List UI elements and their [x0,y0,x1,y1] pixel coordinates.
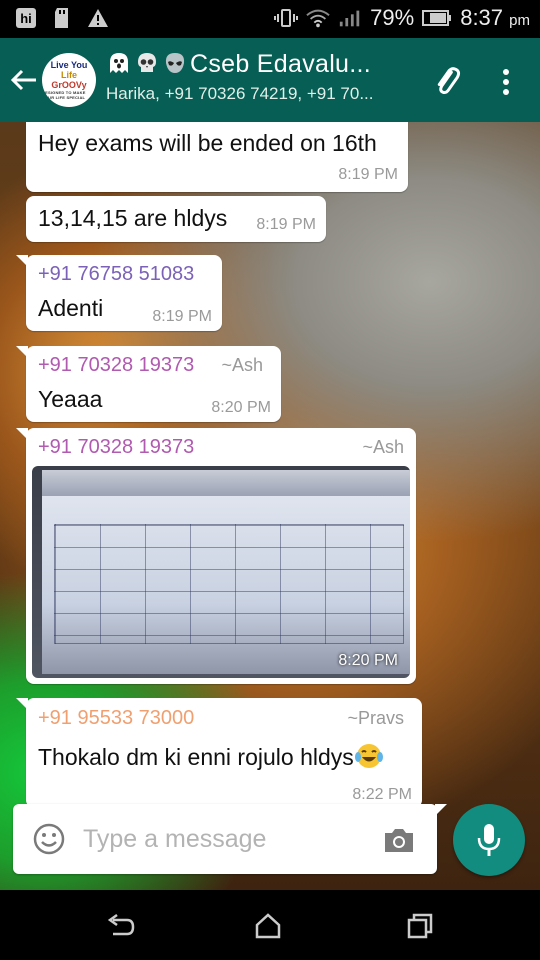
battery-icon [422,6,452,30]
more-vertical-icon [503,69,509,95]
alien-icon [165,53,185,73]
signal-icon [338,6,362,30]
chat-title: Cseb Edavalu... [106,50,418,79]
message-time: 8:19 PM [152,308,212,325]
camera-button[interactable] [383,826,415,854]
sender-nickname: ~Ash [221,355,263,375]
exam-timetable-photo[interactable]: 8:20 PM [32,466,410,678]
skull-icon [138,53,156,72]
image-time: 8:20 PM [338,652,398,669]
system-navigation-bar [0,890,540,960]
message-text: Thokalo dm ki enni rojulo hldys [38,742,384,771]
back-button[interactable] [8,60,40,100]
recents-nav-button[interactable] [400,908,440,944]
clock-time: 8:37 [460,5,504,30]
battery-percent: 79% [370,5,415,30]
clock: 8:37 pm [460,5,530,31]
image-message-bubble[interactable]: +91 70328 19373 ~Ash 8:20 PM [16,428,416,684]
overflow-menu-button[interactable] [488,62,524,102]
voice-record-button[interactable] [453,804,525,876]
title-emojis [106,51,188,75]
clock-suffix: pm [509,12,530,29]
message-time: 8:19 PM [256,216,316,233]
microphone-icon [477,824,501,856]
home-nav-icon [255,913,281,939]
arrow-left-icon [10,69,36,91]
recents-nav-icon [407,913,433,939]
message-input[interactable] [83,820,373,858]
message-list[interactable]: Hey exams will be ended on 16th 8:19 PM … [0,122,540,890]
chat-header: Live You Life GrOOVy DESIGNED TO MAKE YO… [0,38,540,122]
chat-title-area[interactable]: Cseb Edavalu... Harika, +91 70326 74219,… [106,50,418,104]
message-text: Adenti [38,295,104,321]
sender-nickname: ~Ash [362,437,404,457]
avatar-text-2: Life [60,70,77,80]
chat-participants: Harika, +91 70326 74219, +91 70... [106,84,374,103]
message-bubble[interactable]: +91 76758 51083 Adenti 8:19 PM [16,255,222,331]
sender-phone[interactable]: +91 95533 73000 [38,707,194,730]
message-text-content: Thokalo dm ki enni rojulo hldys [38,744,354,770]
vibrate-icon [274,6,299,30]
attach-button[interactable] [428,62,468,102]
message-bubble[interactable]: +91 95533 73000 ~Pravs Thokalo dm ki enn… [16,698,422,808]
photo-table-grid [54,524,404,644]
hike-icon: hi [14,6,38,30]
wifi-icon [306,6,330,30]
camera-icon [385,829,413,852]
message-time: 8:19 PM [338,166,398,183]
sender-phone[interactable]: +91 76758 51083 [38,263,194,286]
message-text: 13,14,15 are hldys [38,205,228,231]
avatar-text-3: GrOOVy [51,80,87,90]
sender-phone[interactable]: +91 70328 19373 [38,354,194,377]
message-bubble[interactable]: +91 70328 19373 ~Ash Yeaaa 8:20 PM [16,346,281,422]
sender-phone[interactable]: +91 70328 19373 [38,436,194,459]
svg-text:hi: hi [20,11,32,26]
message-time: 8:22 PM [352,786,412,803]
home-nav-button[interactable] [248,908,288,944]
message-text: Hey exams will be ended on 16th [38,130,377,156]
message-text: Yeaaa [38,386,103,412]
message-composer [13,804,447,874]
group-avatar[interactable]: Live You Life GrOOVy DESIGNED TO MAKE YO… [42,53,96,107]
warning-icon [86,6,110,30]
back-nav-button[interactable] [100,908,140,944]
chat-title-text: Cseb Edavalu... [190,50,371,78]
tears-of-joy-emoji-icon [354,744,383,768]
photo-toolbar-area [42,470,410,496]
message-time: 8:20 PM [211,399,271,416]
smiley-icon [33,823,65,855]
ghost-icon [110,53,128,73]
back-nav-icon [107,914,135,936]
sender-nickname: ~Pravs [347,708,404,728]
sd-card-icon [50,6,74,30]
message-bubble[interactable]: 13,14,15 are hldys 8:19 PM [26,196,326,242]
avatar-text-1: Live You [50,60,88,70]
emoji-button[interactable] [33,823,65,855]
paperclip-icon [437,67,461,94]
status-bar: hi 79% 8:37 pm [0,0,540,38]
message-bubble[interactable]: Hey exams will be ended on 16th 8:19 PM [26,122,408,192]
avatar-text-4: DESIGNED TO MAKE YOUR LIFE SPECIAL [42,90,86,100]
